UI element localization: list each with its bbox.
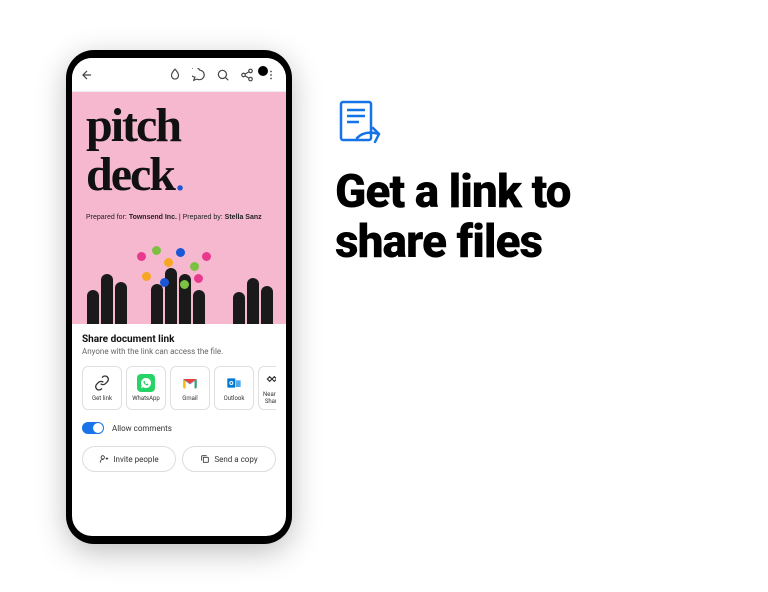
share-option-nearby[interactable]: Nearby Share <box>258 366 276 410</box>
document-subtitle: Prepared for: Townsend Inc. | Prepared b… <box>86 214 272 221</box>
link-icon <box>93 374 111 392</box>
search-icon[interactable] <box>216 68 230 82</box>
comment-icon[interactable] <box>192 68 206 82</box>
headline-line1: Get a link to <box>335 168 735 218</box>
share-option-label: WhatsApp <box>132 396 160 403</box>
document-title-dot: . <box>174 145 187 202</box>
nearby-share-icon <box>263 370 276 388</box>
copy-icon <box>200 454 210 464</box>
allow-comments-row: Allow comments <box>82 422 276 434</box>
share-option-outlook[interactable]: Outlook <box>214 366 254 410</box>
marketing-headline: Get a link to share files <box>335 168 735 267</box>
invite-people-button[interactable]: Invite people <box>82 446 176 472</box>
share-option-gmail[interactable]: Gmail <box>170 366 210 410</box>
marketing-section: Get a link to share files <box>335 98 735 267</box>
phone-frame: pitch deck. Prepared for: Townsend Inc. … <box>66 50 292 544</box>
person-add-icon <box>99 454 109 464</box>
share-option-whatsapp[interactable]: WhatsApp <box>126 366 166 410</box>
action-buttons-row: Invite people Send a copy <box>82 446 276 472</box>
share-subtitle: Anyone with the link can access the file… <box>82 347 276 356</box>
app-toolbar <box>72 58 286 92</box>
phone-screen: pitch deck. Prepared for: Townsend Inc. … <box>72 58 286 536</box>
prepared-for-label: Prepared for: <box>86 214 129 221</box>
share-option-label: Gmail <box>182 396 198 403</box>
prepared-for-value: Townsend Inc. <box>129 214 177 221</box>
share-option-label: Outlook <box>224 396 245 403</box>
headline-line2: share files <box>335 218 735 268</box>
share-sheet: Share document link Anyone with the link… <box>72 324 286 480</box>
gmail-icon <box>181 374 199 392</box>
back-icon[interactable] <box>80 68 94 82</box>
share-option-getlink[interactable]: Get link <box>82 366 122 410</box>
document-preview: pitch deck. Prepared for: Townsend Inc. … <box>72 92 286 324</box>
allow-comments-toggle[interactable] <box>82 422 104 434</box>
camera-hole <box>258 66 268 76</box>
share-icon[interactable] <box>240 68 254 82</box>
hands-illustration <box>72 244 286 324</box>
allow-comments-label: Allow comments <box>112 424 172 433</box>
share-option-label: Nearby Share <box>263 392 276 405</box>
send-copy-label: Send a copy <box>214 455 257 464</box>
share-option-label: Get link <box>92 396 112 403</box>
liquid-mode-icon[interactable] <box>168 68 182 82</box>
document-title-line1: pitch <box>86 106 272 145</box>
document-title-line2: deck <box>86 148 174 201</box>
share-options-row: Get link WhatsApp Gmail <box>82 366 276 410</box>
prepared-by-value: Stella Sanz <box>225 214 262 221</box>
document-share-icon <box>335 98 391 154</box>
outlook-icon <box>225 374 243 392</box>
whatsapp-icon <box>137 374 155 392</box>
invite-button-label: Invite people <box>113 455 158 464</box>
send-copy-button[interactable]: Send a copy <box>182 446 276 472</box>
prepared-by-label: Prepared by: <box>183 214 225 221</box>
share-title: Share document link <box>82 334 276 345</box>
